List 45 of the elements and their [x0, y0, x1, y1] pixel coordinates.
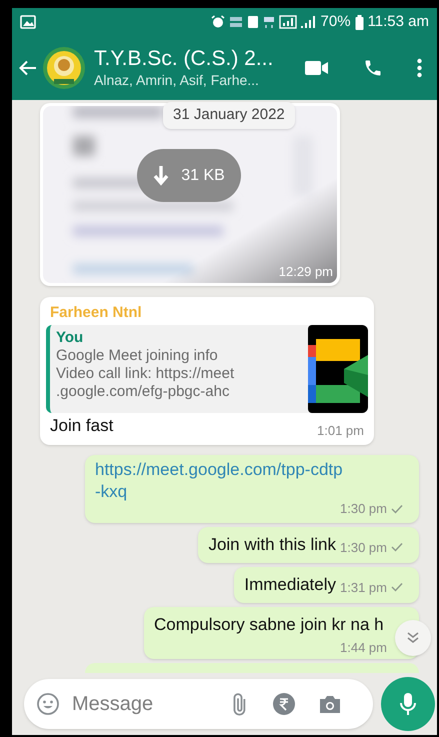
- message-time: 1:30 pm: [340, 500, 387, 518]
- group-avatar[interactable]: [42, 46, 86, 90]
- image-icon: [20, 15, 36, 29]
- sender-name: Farheen Ntnl: [49, 303, 143, 323]
- message-link[interactable]: https://meet.google.com/tpp-cdtp: [95, 459, 409, 481]
- message-time: 1:44 pm: [340, 638, 387, 657]
- message-input[interactable]: Message: [72, 689, 212, 719]
- quote-text-line: Google Meet joining info: [56, 347, 219, 365]
- message-text: Immediately: [244, 574, 336, 596]
- sim-icon: [246, 15, 259, 29]
- rupee-payment-icon[interactable]: [272, 692, 296, 716]
- battery-percentage: 70%: [320, 12, 351, 32]
- emoji-icon[interactable]: [36, 692, 60, 716]
- chat-title[interactable]: T.Y.B.Sc. (C.S.) 2...: [94, 47, 297, 71]
- quote-text-line: .google.com/efg-pbgc-ahc: [56, 383, 230, 401]
- message-text: Join with this link: [208, 534, 336, 556]
- date-chip: 31 January 2022: [163, 102, 295, 128]
- download-arrow-icon: [153, 164, 170, 186]
- double-chevron-down-icon: [406, 631, 420, 645]
- clock-time: 11:53 am: [368, 12, 429, 32]
- alarm-icon: [210, 15, 225, 29]
- phone-icon: [363, 58, 383, 78]
- message-text: Join fast: [50, 415, 114, 437]
- signal-icon: [278, 15, 317, 29]
- quote-author: You: [56, 328, 84, 347]
- volte-icon: [228, 15, 243, 29]
- battery-icon: [354, 14, 364, 30]
- back-arrow-icon: [19, 60, 37, 76]
- download-button[interactable]: 31 KB: [137, 149, 241, 202]
- quoted-message[interactable]: You Google Meet joining info Video call link: https://meet .google.com/efg-pbgc-ahc: [46, 325, 368, 413]
- message-time: 1:31 pm: [340, 578, 387, 597]
- microphone-icon: [399, 692, 417, 716]
- message-time: 1:30 pm: [340, 538, 387, 557]
- message-text: Compulsory sabne join kr na h: [154, 614, 384, 634]
- message-time: 1:01 pm: [317, 423, 364, 439]
- quote-text-line: Video call link: https://meet: [56, 365, 236, 383]
- voice-message-button[interactable]: [381, 677, 435, 731]
- chat-members: Alnaz, Amrin, Asif, Farhe...: [94, 71, 260, 89]
- network-type-icon: [262, 15, 275, 29]
- message-link[interactable]: -kxq: [95, 481, 409, 503]
- menu-dots-icon: [416, 58, 422, 78]
- video-camera-icon: [305, 60, 329, 76]
- camera-icon[interactable]: [318, 693, 342, 715]
- message-time: 12:29 pm: [278, 262, 333, 281]
- scroll-down-button[interactable]: [395, 620, 431, 656]
